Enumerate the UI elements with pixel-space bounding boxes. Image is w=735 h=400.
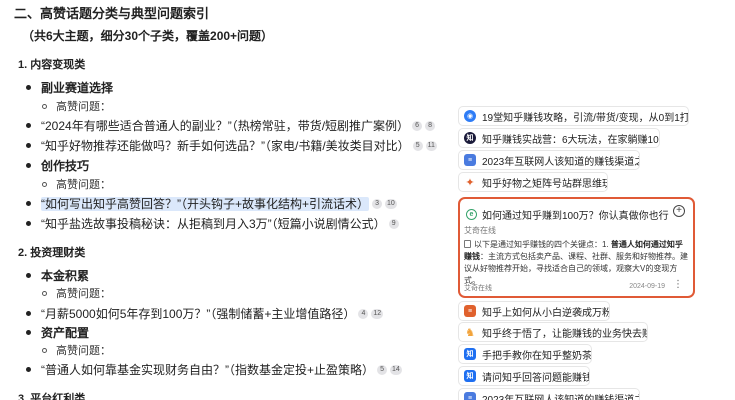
- list-item: “月薪5000如何5年存到100万？”（强制储蓄+主业增值路径） 4 12: [26, 305, 384, 322]
- subsection-title-platform: 3. 平台红利类: [18, 393, 86, 400]
- citation-badge[interactable]: 11: [425, 140, 437, 151]
- source-link[interactable]: 知 知乎赚钱实战营：6大玩法，在家躺赚10000: [458, 128, 660, 148]
- card-site-name: 艾奇在线: [464, 226, 496, 235]
- bullet-icon: [26, 123, 31, 129]
- citation-badge[interactable]: 5: [412, 140, 423, 151]
- list-item: “知乎盐选故事投稿秘诀：从拒稿到月入3万”（短篇小说剧情公式） 9: [26, 215, 399, 232]
- source-link[interactable]: ◉ 19堂知乎赚钱攻略，引流/带货/变现，从0到1打造副...: [458, 106, 689, 126]
- list-item: 高赞问题：: [42, 98, 111, 114]
- source-title: 2023年互联网人该知道的赚钱渠道之知乎: [482, 156, 639, 168]
- list-item: 高赞问题：: [42, 285, 111, 301]
- circle-bullet-icon: [42, 103, 47, 109]
- list-item: 资产配置: [26, 324, 89, 341]
- list-item: 本金积累: [26, 267, 89, 284]
- source-title: 知乎终于悟了，让能赚钱的业务快去赚钱: [482, 328, 648, 340]
- zhihu-circle-icon: 知: [464, 132, 476, 144]
- citation-badge[interactable]: 8: [425, 120, 436, 131]
- list-item: “普通人如何靠基金实现财务自由？”（指数基金定投+止盈策略） 5 14: [26, 361, 402, 378]
- source-title: 请问知乎回答问题能赚钱吗?: [482, 372, 590, 384]
- list-item: 高赞问题：: [42, 342, 111, 358]
- list-item: “2024年有哪些适合普通人的副业？”（热榜常驻，带货/短剧推广案例） 6 8: [26, 117, 436, 134]
- bullet-icon: [26, 330, 31, 336]
- card-footer-source: 艾奇在线: [464, 285, 492, 292]
- card-date: 2024-09-19: [629, 283, 665, 290]
- add-icon[interactable]: +: [673, 205, 685, 217]
- citation-badge[interactable]: 14: [390, 364, 402, 375]
- section-intro: （共6大主题，细分30个子类，覆盖200+问题）: [22, 29, 274, 43]
- colorful-icon: ♞: [465, 326, 475, 339]
- subsection-title-finance: 2. 投资理财类: [18, 247, 86, 259]
- document-icon: ≡: [464, 392, 476, 400]
- bullet-icon: [26, 85, 31, 91]
- source-link[interactable]: 知 请问知乎回答问题能赚钱吗?: [458, 366, 590, 386]
- bullet-icon: [26, 143, 31, 149]
- bullet-icon: [26, 163, 31, 169]
- citation-badge[interactable]: 9: [388, 218, 399, 229]
- card-snippet: 以下是通过知乎赚钱的四个关键点：1. 普通人如何通过知乎赚钱：主流方式包括卖产品…: [464, 240, 688, 285]
- source-preview-card[interactable]: e 如何通过知乎赚到100万？你认真做你也行 + 艾奇在线 以下是通过知乎赚钱的…: [458, 197, 695, 298]
- section-title: 二、高赞话题分类与典型问题索引: [14, 6, 210, 21]
- zhihu-icon: 知: [464, 370, 476, 382]
- bullet-icon: [26, 367, 31, 373]
- list-item: “知乎好物推荐还能做吗？新手如何选品？”（家电/书籍/美妆类目对比） 5 11: [26, 137, 437, 154]
- circle-bullet-icon: [42, 347, 47, 353]
- list-item: “如何写出知乎高赞回答？”（开头钩子+故事化结构+引流话术） 3 10: [26, 195, 397, 212]
- citation-badge[interactable]: 12: [371, 308, 384, 319]
- source-link[interactable]: ≡ 知乎上如何从小白逆袭成万粉大V: [458, 301, 610, 321]
- list-item: 高赞问题：: [42, 176, 111, 192]
- citation-badge[interactable]: 6: [412, 120, 423, 131]
- blue-circle-icon: ◉: [464, 110, 476, 122]
- bullet-icon: [26, 201, 31, 207]
- more-options-icon[interactable]: ⋮: [673, 279, 683, 290]
- source-link[interactable]: ≡ 2023年互联网人该知道的赚钱渠道之知乎: [458, 150, 640, 170]
- list-item: 创作技巧: [26, 157, 89, 174]
- list-item: 副业赛道选择: [26, 79, 113, 96]
- citation-badge[interactable]: 5: [377, 364, 388, 375]
- source-title: 知乎赚钱实战营：6大玩法，在家躺赚10000: [482, 134, 660, 146]
- bullet-icon: [26, 273, 31, 279]
- source-title: 手把手教你在知乎整奶茶喝: [482, 350, 592, 362]
- bullet-icon: [26, 221, 31, 227]
- citation-badge[interactable]: 4: [358, 308, 369, 319]
- document-icon: ≡: [464, 305, 476, 317]
- citation-badge[interactable]: 3: [372, 198, 383, 209]
- zhihu-icon: 知: [464, 348, 476, 360]
- source-link[interactable]: ≡ 2023年互联网人该知道的赚钱渠道之知乎: [458, 388, 640, 400]
- circle-bullet-icon: [42, 181, 47, 187]
- highlighted-text[interactable]: “如何写出知乎高赞回答？”（开头钩子+故事化结构+引流话术）: [41, 197, 370, 211]
- citation-badge[interactable]: 10: [385, 198, 397, 209]
- subsection-title-content: 1. 内容变现类: [18, 59, 86, 71]
- circle-bullet-icon: [42, 290, 47, 296]
- source-link[interactable]: ♞ 知乎终于悟了，让能赚钱的业务快去赚钱: [458, 322, 648, 342]
- bullet-icon: [26, 311, 31, 317]
- source-title: 知乎好物之矩阵号站群思维玩法: [482, 178, 608, 190]
- source-link[interactable]: ✦ 知乎好物之矩阵号站群思维玩法: [458, 172, 608, 192]
- site-logo-icon: e: [466, 209, 477, 220]
- document-icon: ≡: [464, 154, 476, 166]
- document-icon: [464, 240, 471, 248]
- fox-icon: ✦: [465, 176, 475, 189]
- card-title[interactable]: e 如何通过知乎赚到100万？你认真做你也行: [466, 207, 669, 222]
- source-title: 19堂知乎赚钱攻略，引流/带货/变现，从0到1打造副...: [482, 112, 689, 124]
- source-title: 知乎上如何从小白逆袭成万粉大V: [482, 307, 610, 319]
- source-title: 2023年互联网人该知道的赚钱渠道之知乎: [482, 394, 639, 400]
- source-link[interactable]: 知 手把手教你在知乎整奶茶喝: [458, 344, 592, 364]
